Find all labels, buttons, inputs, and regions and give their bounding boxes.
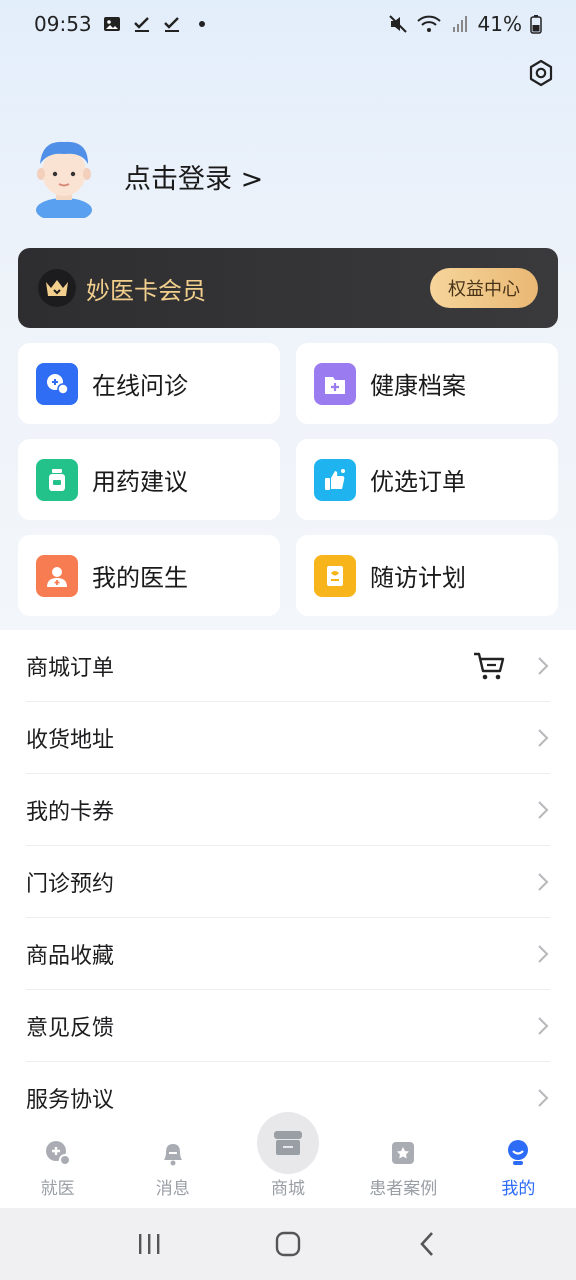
battery-icon — [530, 15, 542, 34]
home-icon — [275, 1231, 301, 1257]
chevron-right-icon — [538, 800, 549, 819]
thumbs-up-icon — [314, 458, 356, 501]
status-bar: 09:53 41% — [0, 0, 576, 48]
menu-item-label: 商品收藏 — [26, 943, 115, 969]
grid-label: 健康档案 — [370, 372, 466, 400]
menu-item-shipping-address[interactable]: 收货地址 — [26, 702, 550, 774]
menu-item-label: 意见反馈 — [26, 1015, 115, 1041]
store-icon — [274, 1131, 302, 1155]
status-time: 09:53 — [34, 12, 92, 36]
tab-label: 就医 — [40, 1179, 75, 1199]
tab-label: 商城 — [271, 1179, 305, 1199]
tab-label: 患者案例 — [369, 1179, 438, 1199]
settings-icon[interactable] — [526, 58, 556, 88]
grid-label: 我的医生 — [92, 564, 188, 592]
bell-icon — [163, 1144, 182, 1166]
notification-dot-icon — [198, 21, 205, 27]
tab-mall[interactable]: 商城 — [230, 1112, 345, 1208]
menu-item-favorites[interactable]: 商品收藏 — [26, 918, 550, 990]
wifi-icon — [416, 15, 441, 32]
tab-label: 消息 — [155, 1179, 190, 1199]
tab-patient-cases[interactable]: 患者案例 — [346, 1126, 461, 1208]
recent-apps-icon — [139, 1234, 160, 1254]
medical-tab-icon — [45, 1141, 71, 1166]
system-nav-bar — [0, 1208, 576, 1280]
rights-center-button[interactable]: 权益中心 — [430, 268, 538, 308]
gallery-icon — [103, 17, 120, 31]
chevron-right-icon — [538, 944, 549, 963]
follow-up-icon — [314, 554, 356, 597]
checklist-icon — [133, 17, 149, 32]
recent-apps-button[interactable] — [129, 1224, 169, 1264]
online-consult-icon — [36, 362, 78, 405]
menu-item-label: 门诊预约 — [26, 871, 115, 897]
login-link[interactable]: 点击登录 > — [124, 157, 263, 196]
menu-item-label: 我的卡券 — [26, 799, 115, 825]
profile-login[interactable]: 点击登录 > — [28, 134, 263, 218]
menu-item-my-coupons[interactable]: 我的卡券 — [26, 774, 550, 846]
doctor-icon — [36, 554, 78, 597]
back-icon — [419, 1232, 433, 1256]
back-button[interactable] — [407, 1224, 447, 1264]
chevron-right-icon — [538, 728, 549, 747]
menu-item-clinic-appointment[interactable]: 门诊预约 — [26, 846, 550, 918]
menu-item-label: 商城订单 — [26, 655, 115, 681]
grid-label: 用药建议 — [92, 468, 188, 496]
chevron-right-icon — [538, 1089, 549, 1107]
follow-up-plan-card[interactable]: 随访计划 — [296, 535, 558, 616]
grid-label: 优选订单 — [370, 468, 466, 496]
menu-item-feedback[interactable]: 意见反馈 — [26, 990, 550, 1062]
home-button[interactable] — [268, 1224, 308, 1264]
medicine-advice-card[interactable]: 用药建议 — [18, 439, 280, 520]
chevron-right-icon — [538, 1016, 549, 1035]
tab-messages[interactable]: 消息 — [115, 1126, 230, 1208]
feature-grid: 在线问诊 健康档案 用药建议 优选订单 我的医生 随访计划 — [18, 343, 558, 616]
my-doctor-card[interactable]: 我的医生 — [18, 535, 280, 616]
avatar — [36, 141, 92, 218]
grid-label: 在线问诊 — [92, 372, 188, 400]
tab-mine[interactable]: 我的 — [461, 1126, 576, 1208]
medicine-icon — [36, 458, 78, 501]
mall-tab-bubble — [257, 1112, 319, 1174]
patient-cases-icon — [392, 1142, 415, 1164]
checklist-icon — [163, 17, 179, 32]
member-card[interactable]: 妙医卡会员 权益中心 — [18, 248, 558, 328]
cart-icon — [474, 652, 505, 679]
profile-tab-icon — [508, 1140, 529, 1165]
tab-label: 我的 — [501, 1179, 536, 1199]
tab-medical[interactable]: 就医 — [0, 1126, 115, 1208]
bottom-tab-bar: 就医 消息 商城 患者案例 我的 — [0, 1112, 576, 1208]
menu-item-mall-orders[interactable]: 商城订单 — [26, 630, 550, 702]
health-record-card[interactable]: 健康档案 — [296, 343, 558, 424]
chevron-right-icon — [538, 656, 549, 675]
menu-list: 商城订单 收货地址 我的卡券 门诊预约 商品收藏 意见反馈 服务协议 — [0, 630, 576, 1126]
signal-icon — [452, 16, 467, 32]
chevron-right-icon — [538, 872, 549, 891]
mute-icon — [388, 15, 407, 33]
crown-icon — [38, 269, 76, 307]
member-title: 妙医卡会员 — [86, 276, 206, 305]
battery-percent: 41% — [477, 12, 522, 36]
grid-label: 随访计划 — [370, 564, 466, 592]
menu-item-label: 收货地址 — [26, 727, 115, 753]
preferred-orders-card[interactable]: 优选订单 — [296, 439, 558, 520]
health-record-icon — [314, 362, 356, 405]
online-consult-card[interactable]: 在线问诊 — [18, 343, 280, 424]
menu-item-label: 服务协议 — [26, 1088, 115, 1113]
